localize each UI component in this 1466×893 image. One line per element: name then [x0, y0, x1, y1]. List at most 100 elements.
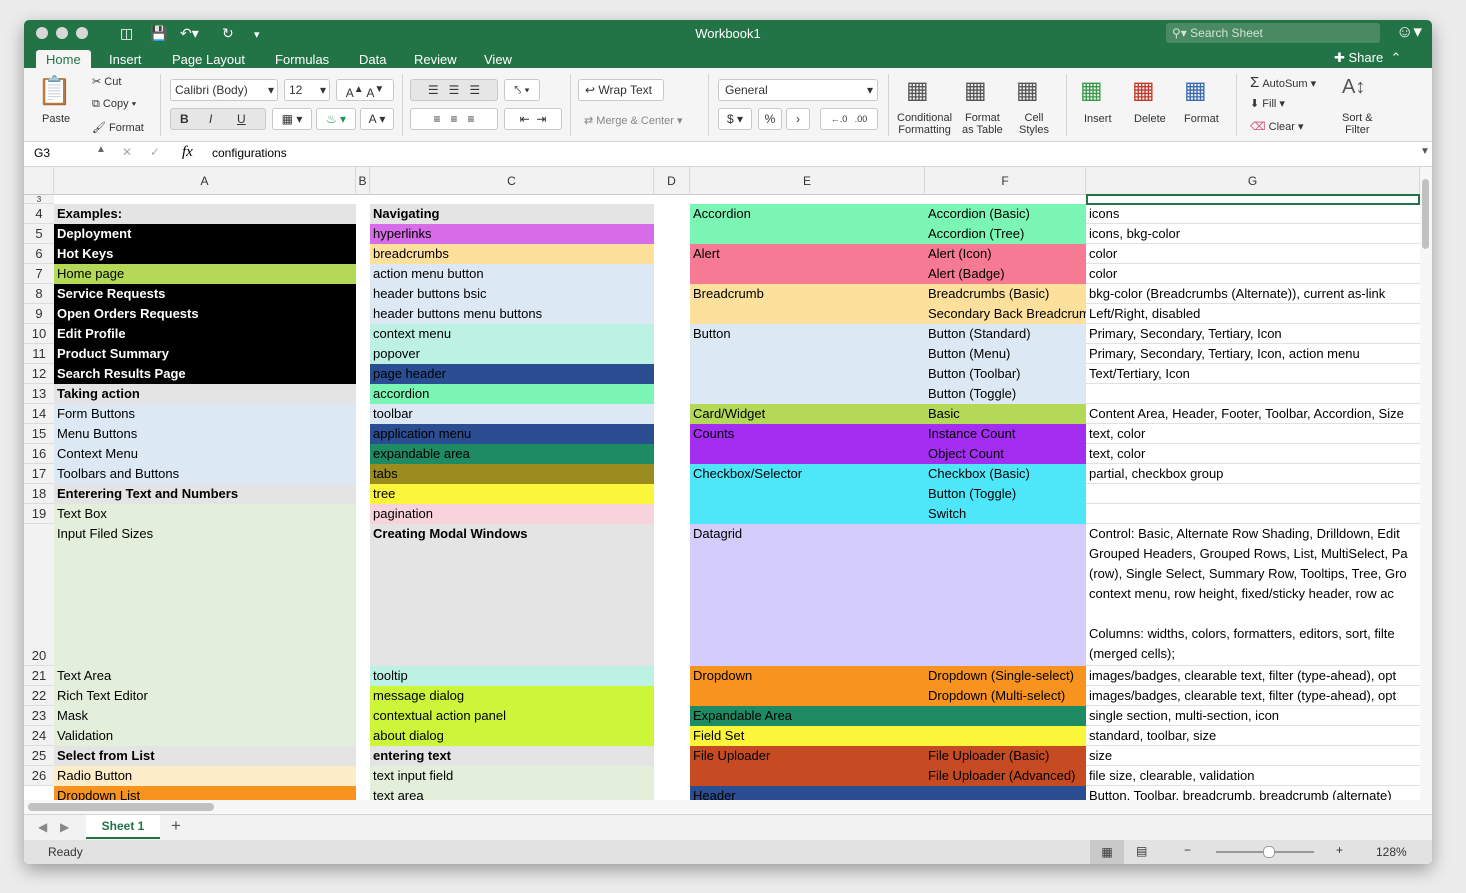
cell-g[interactable]: standard, toolbar, size [1086, 726, 1420, 746]
cell-e[interactable]: Alert [690, 244, 925, 284]
row-header[interactable]: 12 [24, 364, 54, 384]
cell-e[interactable]: Checkbox/Selector [690, 464, 925, 524]
cell-c[interactable]: header buttons menu buttons [370, 304, 654, 324]
row-header[interactable]: 21 [24, 666, 54, 686]
sheet-tab-sheet1[interactable]: Sheet 1 [86, 815, 160, 839]
cell-c[interactable]: text input field [370, 766, 654, 786]
zoom-slider[interactable] [1216, 846, 1314, 858]
clear-button[interactable]: ⌫ Clear ▾ [1250, 120, 1304, 133]
cell-e[interactable]: Datagrid [690, 524, 925, 666]
cell-c[interactable]: Navigating [370, 204, 654, 224]
cut-button[interactable]: ✂ Cut [92, 75, 121, 88]
zoom-slider-thumb[interactable] [1263, 846, 1275, 858]
copy-button[interactable]: ⧉ Copy ▾ [92, 98, 136, 111]
row-header[interactable]: 16 [24, 444, 54, 464]
row-header[interactable]: 26 [24, 766, 54, 786]
cell-g[interactable]: Primary, Secondary, Tertiary, Icon, acti… [1086, 344, 1420, 364]
cell-f[interactable]: Switch [925, 504, 1086, 524]
cell-a[interactable]: Examples: [54, 204, 356, 224]
row-header[interactable]: 13 [24, 384, 54, 404]
cell-f[interactable]: Basic [925, 404, 1086, 424]
cell-c[interactable]: action menu button [370, 264, 654, 284]
cell-a[interactable]: Context Menu [54, 444, 356, 464]
next-sheet-icon[interactable]: ▶ [60, 820, 69, 834]
select-all-corner[interactable] [24, 167, 54, 195]
confirm-entry-icon[interactable]: ✓ [150, 145, 160, 159]
cell-c[interactable]: page header [370, 364, 654, 384]
cell-g[interactable]: Control: Basic, Alternate Row Shading, D… [1086, 524, 1420, 666]
cell-a[interactable]: Text Area [54, 666, 356, 686]
column-header-d[interactable]: D [654, 167, 690, 195]
cell-f[interactable]: Button (Standard) [925, 324, 1086, 344]
cell-a[interactable]: Home page [54, 264, 356, 284]
insert-cells-icon[interactable]: ▦ [1080, 76, 1103, 105]
cell-g[interactable]: images/badges, clearable text, filter (t… [1086, 686, 1420, 706]
cell-a[interactable]: Open Orders Requests [54, 304, 356, 324]
vertical-scroll-thumb[interactable] [1422, 179, 1429, 249]
cell-f[interactable] [925, 786, 1086, 800]
cell-g[interactable]: Button, Toolbar, breadcrumb, breadcrumb … [1086, 786, 1420, 800]
row-header[interactable]: 10 [24, 324, 54, 344]
paste-label[interactable]: Paste [42, 113, 70, 125]
row-header[interactable]: 15 [24, 424, 54, 444]
cell-a[interactable]: Enterering Text and Numbers [54, 484, 356, 504]
cell-a[interactable]: Service Requests [54, 284, 356, 304]
row-header[interactable]: 25 [24, 746, 54, 766]
cell-g[interactable]: color [1086, 264, 1420, 284]
cell-a[interactable]: Product Summary [54, 344, 356, 364]
cell-f[interactable]: Alert (Icon) [925, 244, 1086, 264]
cell-e[interactable]: Dropdown [690, 666, 925, 706]
font-grow-shrink-buttons[interactable]: A▲ A▼ [336, 79, 394, 101]
cell-a[interactable]: Toolbars and Buttons [54, 464, 356, 484]
cell-f[interactable]: Breadcrumbs (Basic) [925, 284, 1086, 304]
column-header-c[interactable]: C [370, 167, 654, 195]
smiley-feedback-icon[interactable]: ☺▾ [1396, 22, 1422, 42]
cell-styles-icon[interactable]: ▦ [1016, 76, 1039, 105]
cell-a[interactable]: Form Buttons [54, 404, 356, 424]
previous-sheet-icon[interactable]: ◀ [38, 820, 47, 834]
cell-e[interactable]: File Uploader [690, 746, 925, 786]
cell-f[interactable]: Accordion (Tree) [925, 224, 1086, 244]
cell-c[interactable]: toolbar [370, 404, 654, 424]
cell-a[interactable]: Deployment [54, 224, 356, 244]
cell-g[interactable]: color [1086, 244, 1420, 264]
cell-f[interactable] [925, 524, 1086, 666]
horizontal-scroll-thumb[interactable] [28, 803, 214, 811]
font-name-select[interactable]: Calibri (Body) ▾ [170, 79, 278, 101]
row-header[interactable]: 8 [24, 284, 54, 304]
font-size-select[interactable]: 12 ▾ [284, 79, 330, 101]
column-header-a[interactable]: A [54, 167, 356, 195]
search-sheet-input[interactable]: ⚲▾ Search Sheet [1166, 23, 1380, 43]
cell-e[interactable]: Expandable Area [690, 706, 925, 726]
cell-e[interactable]: Breadcrumb [690, 284, 925, 324]
format-cells-button[interactable]: Format [1184, 113, 1219, 125]
delete-cells-icon[interactable]: ▦ [1132, 76, 1155, 105]
comma-button[interactable]: › [786, 108, 810, 130]
cell-a[interactable]: Select from List [54, 746, 356, 766]
cell-c[interactable]: popover [370, 344, 654, 364]
currency-button[interactable]: $ ▾ [718, 108, 752, 130]
spreadsheet-grid[interactable]: A B C D E F G 3 4 5 6 7 8 9 10 11 12 13 14 15 16 17 18 19 20 21 22… [24, 167, 1420, 800]
italic-button[interactable]: I [209, 109, 212, 129]
orientation-button[interactable]: ⤣ ▾ [504, 79, 540, 101]
cell-c[interactable]: accordion [370, 384, 654, 404]
active-cell-g3[interactable] [1086, 194, 1420, 205]
row-header[interactable]: 19 [24, 504, 54, 524]
cell-c[interactable]: hyperlinks [370, 224, 654, 244]
cell-a[interactable]: Edit Profile [54, 324, 356, 344]
cell-a[interactable]: Menu Buttons [54, 424, 356, 444]
cell-c[interactable]: context menu [370, 324, 654, 344]
format-painter-button[interactable]: 🖌 Format [92, 121, 144, 134]
cell-c[interactable]: text area [370, 786, 654, 800]
cell-c[interactable]: pagination [370, 504, 654, 524]
collapse-ribbon-icon[interactable]: ⌃ [1390, 50, 1401, 65]
cell-c[interactable]: application menu [370, 424, 654, 444]
cell-e[interactable]: Header [690, 786, 925, 800]
horizontal-scrollbar[interactable] [24, 800, 1432, 814]
cell-a[interactable]: Search Results Page [54, 364, 356, 384]
cell-g[interactable]: Primary, Secondary, Tertiary, Icon [1086, 324, 1420, 344]
zoom-out-icon[interactable]: − [1184, 843, 1191, 857]
sort-filter-button[interactable]: Sort & Filter [1342, 112, 1373, 136]
cell-g[interactable]: file size, clearable, validation [1086, 766, 1420, 786]
cell-g[interactable] [1086, 384, 1420, 404]
